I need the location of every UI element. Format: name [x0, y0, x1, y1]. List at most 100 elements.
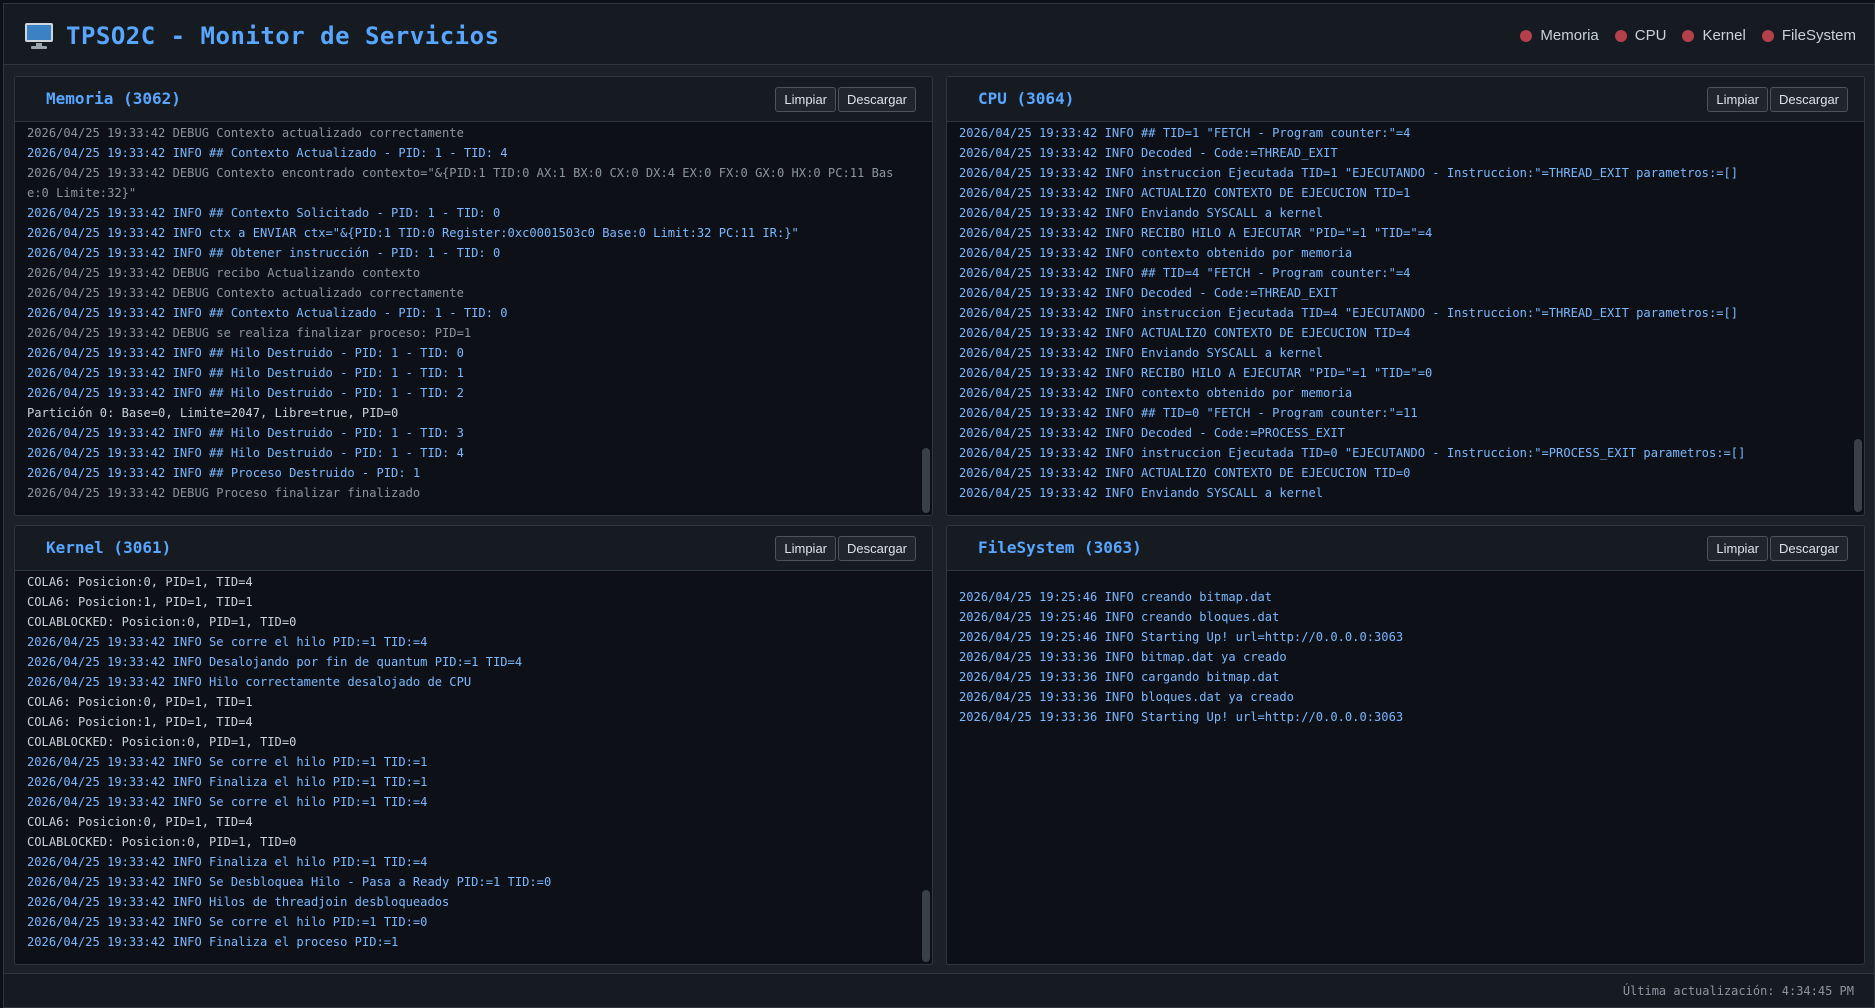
log-line: 2026/04/25 19:33:42 INFO instruccion Eje…	[959, 446, 1746, 460]
panel-filesystem: FileSystem (3063) Limpiar Descargar 2026…	[946, 525, 1865, 965]
service-legend: Memoria CPU Kernel FileSystem	[1520, 27, 1856, 44]
log-line: 2026/04/25 19:33:42 INFO ## Hilo Destrui…	[27, 366, 464, 380]
download-button[interactable]: Descargar	[838, 87, 916, 112]
legend-label: FileSystem	[1781, 27, 1856, 44]
log-line: 2026/04/25 19:33:42 INFO instruccion Eje…	[959, 306, 1739, 320]
panel-header: Kernel (3061) Limpiar Descargar	[15, 526, 932, 571]
log-line: 2026/04/25 19:33:42 INFO RECIBO HILO A E…	[959, 226, 1433, 240]
app-window: TPSO2C - Monitor de Servicios Memoria CP…	[3, 3, 1875, 1008]
panel-cpu: CPU (3064) Limpiar Descargar 2026/04/25 …	[946, 76, 1865, 516]
panel-title: CPU (3064)	[978, 89, 1075, 108]
status-dot-icon	[1682, 29, 1695, 42]
log-line: 2026/04/25 19:33:42 INFO contexto obteni…	[959, 386, 1353, 400]
log-line: 2026/04/25 19:33:42 INFO Enviando SYSCAL…	[959, 206, 1324, 220]
scrollbar[interactable]	[922, 448, 930, 513]
log-line: 2026/04/25 19:33:42 INFO ## Obtener inst…	[27, 246, 501, 260]
panel-title: Kernel (3061)	[46, 538, 172, 557]
log-line: COLA6: Posicion:1, PID=1, TID=4	[27, 715, 253, 729]
log-line: 2026/04/25 19:33:42 INFO ## TID=0 "FETCH…	[959, 406, 1418, 420]
log-output[interactable]: 2026/04/25 19:25:46 INFO creando bitmap.…	[947, 572, 1864, 964]
scrollbar[interactable]	[922, 890, 930, 962]
monitor-icon	[24, 22, 54, 50]
download-button[interactable]: Descargar	[1770, 87, 1848, 112]
log-line: 2026/04/25 19:33:42 DEBUG Contexto actua…	[27, 286, 464, 300]
log-line: 2026/04/25 19:33:42 INFO ## TID=4 "FETCH…	[959, 266, 1411, 280]
footer: Última actualización: 4:34:45 PM	[4, 973, 1874, 1007]
log-line: COLA6: Posicion:0, PID=1, TID=4	[27, 815, 253, 829]
log-line: 2026/04/25 19:33:42 INFO Finaliza el hil…	[27, 775, 428, 789]
status-dot-icon	[1520, 29, 1533, 42]
log-line: COLABLOCKED: Posicion:0, PID=1, TID=0	[27, 835, 297, 849]
clear-button[interactable]: Limpiar	[1707, 536, 1768, 561]
log-line: 2026/04/25 19:33:42 INFO Hilo correctame…	[27, 675, 472, 689]
log-line: 2026/04/25 19:33:42 INFO Hilos de thread…	[27, 895, 450, 909]
panel-title: Memoria (3062)	[46, 89, 181, 108]
log-line: COLA6: Posicion:0, PID=1, TID=1	[27, 695, 253, 709]
clear-button[interactable]: Limpiar	[1707, 87, 1768, 112]
panel-title: FileSystem (3063)	[978, 538, 1142, 557]
panel-header: Memoria (3062) Limpiar Descargar	[15, 77, 932, 122]
log-line: 2026/04/25 19:33:42 DEBUG se realiza fin…	[27, 326, 472, 340]
log-line: 2026/04/25 19:33:42 INFO Se corre el hil…	[27, 755, 428, 769]
log-line: 2026/04/25 19:33:36 INFO Starting Up! ur…	[959, 710, 1404, 724]
log-line: 2026/04/25 19:33:42 INFO ## Contexto Act…	[27, 146, 508, 160]
clear-button[interactable]: Limpiar	[775, 87, 836, 112]
log-line: Partición 0: Base=0, Limite=2047, Libre=…	[27, 406, 399, 420]
log-line: 2026/04/25 19:25:46 INFO creando bloques…	[959, 610, 1280, 624]
log-line: 2026/04/25 19:33:42 DEBUG recibo Actuali…	[27, 266, 421, 280]
scrollbar[interactable]	[1854, 439, 1862, 512]
log-line: 2026/04/25 19:33:42 INFO ## Hilo Destrui…	[27, 446, 464, 460]
log-line: 2026/04/25 19:33:42 INFO Se corre el hil…	[27, 795, 428, 809]
app-title: TPSO2C - Monitor de Servicios	[24, 18, 500, 54]
log-line: 2026/04/25 19:33:42 INFO ## Contexto Act…	[27, 306, 508, 320]
panel-header: CPU (3064) Limpiar Descargar	[947, 77, 1864, 122]
log-line: 2026/04/25 19:33:42 INFO instruccion Eje…	[959, 166, 1739, 180]
log-line: 2026/04/25 19:33:42 INFO Enviando SYSCAL…	[959, 486, 1324, 500]
log-line: 2026/04/25 19:33:42 INFO Finaliza el hil…	[27, 855, 428, 869]
legend-label: Kernel	[1702, 27, 1746, 44]
log-line: 2026/04/25 19:33:42 INFO Decoded - Code:…	[959, 146, 1338, 160]
legend-item-filesystem: FileSystem	[1761, 27, 1856, 44]
clear-button[interactable]: Limpiar	[775, 536, 836, 561]
log-line: COLA6: Posicion:0, PID=1, TID=4	[27, 575, 253, 589]
status-dot-icon	[1761, 29, 1774, 42]
header: TPSO2C - Monitor de Servicios Memoria CP…	[4, 4, 1874, 65]
legend-item-memoria: Memoria	[1520, 27, 1599, 44]
download-button[interactable]: Descargar	[838, 536, 916, 561]
last-update-text: Última actualización: 4:34:45 PM	[1622, 984, 1854, 998]
log-output[interactable]: COLA6: Posicion:0, PID=1, TID=4 COLA6: Po…	[15, 572, 932, 964]
log-line: 2026/04/25 19:33:42 INFO ACTUALIZO CONTE…	[959, 186, 1411, 200]
log-line: 2026/04/25 19:33:42 INFO ## Proceso Dest…	[27, 466, 421, 480]
download-button[interactable]: Descargar	[1770, 536, 1848, 561]
log-line: 2026/04/25 19:33:42 INFO ## Hilo Destrui…	[27, 346, 464, 360]
log-line: 2026/04/25 19:33:42 INFO ## Hilo Destrui…	[27, 386, 464, 400]
log-output[interactable]: 2026/04/25 19:33:42 INFO ## TID=1 "FETCH…	[947, 123, 1864, 515]
log-line: 2026/04/25 19:25:46 INFO creando bitmap.…	[959, 590, 1273, 604]
log-line: 2026/04/25 19:33:42 INFO Finaliza el pro…	[27, 935, 399, 949]
panel-kernel: Kernel (3061) Limpiar Descargar COLA6: P…	[14, 525, 933, 965]
log-line: 2026/04/25 19:33:42 INFO Enviando SYSCAL…	[959, 346, 1324, 360]
log-line: 2026/04/25 19:33:36 INFO cargando bitmap…	[959, 670, 1280, 684]
log-line: 2026/04/25 19:33:36 INFO bloques.dat ya …	[959, 690, 1294, 704]
log-line: 2026/04/25 19:33:42 INFO ## Contexto Sol…	[27, 206, 501, 220]
log-line: 2026/04/25 19:25:46 INFO Starting Up! ur…	[959, 630, 1404, 644]
log-line: 2026/04/25 19:33:42 DEBUG Proceso finali…	[27, 486, 421, 500]
log-line: COLA6: Posicion:1, PID=1, TID=1	[27, 595, 253, 609]
log-line: 2026/04/25 19:33:42 INFO Se corre el hil…	[27, 635, 428, 649]
log-output[interactable]: 2026/04/25 19:33:42 DEBUG Contexto actua…	[15, 123, 932, 515]
log-line: 2026/04/25 19:33:42 INFO contexto obteni…	[959, 246, 1353, 260]
log-line: 2026/04/25 19:33:42 INFO ctx a ENVIAR ct…	[27, 226, 799, 240]
log-line: 2026/04/25 19:33:42 INFO Decoded - Code:…	[959, 426, 1345, 440]
log-line: 2026/04/25 19:33:42 INFO ACTUALIZO CONTE…	[959, 466, 1411, 480]
log-line: 2026/04/25 19:33:42 INFO Desalojando por…	[27, 655, 523, 669]
legend-item-cpu: CPU	[1614, 27, 1666, 44]
legend-label: Memoria	[1540, 27, 1599, 44]
log-line: 2026/04/25 19:33:42 INFO ACTUALIZO CONTE…	[959, 326, 1411, 340]
log-line: 2026/04/25 19:33:42 INFO RECIBO HILO A E…	[959, 366, 1433, 380]
log-line: COLABLOCKED: Posicion:0, PID=1, TID=0	[27, 615, 297, 629]
log-line: 2026/04/25 19:33:42 DEBUG Contexto actua…	[27, 126, 464, 140]
log-line: 2026/04/25 19:33:42 INFO ## TID=1 "FETCH…	[959, 126, 1411, 140]
panel-memoria: Memoria (3062) Limpiar Descargar 2026/04…	[14, 76, 933, 516]
log-line: 2026/04/25 19:33:36 INFO bitmap.dat ya c…	[959, 650, 1287, 664]
log-line: 2026/04/25 19:33:42 DEBUG Contexto encon…	[27, 166, 894, 200]
